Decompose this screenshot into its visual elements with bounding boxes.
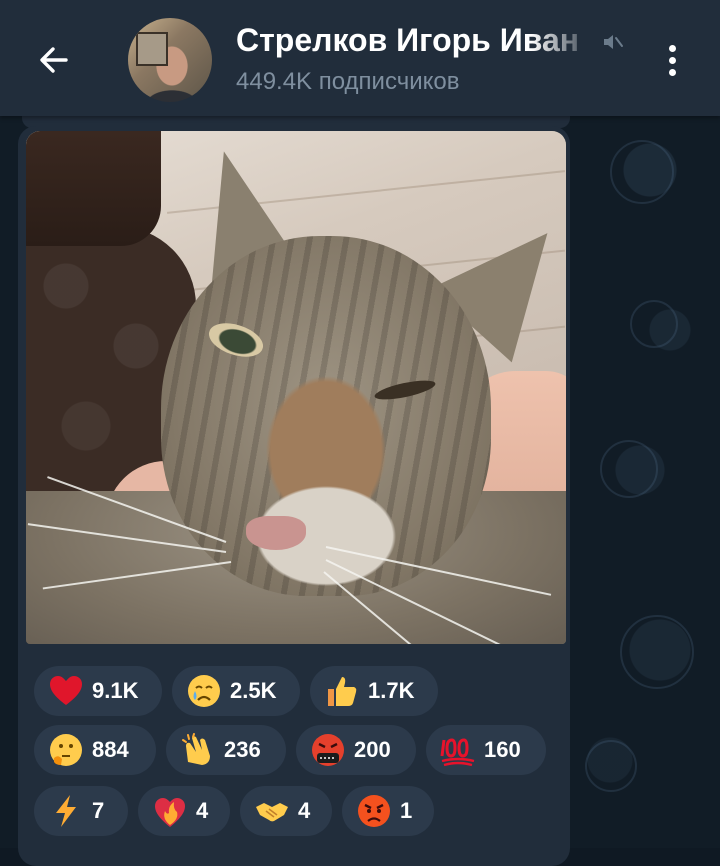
channel-avatar[interactable] bbox=[128, 18, 212, 102]
reaction-cursing[interactable]: 200 bbox=[296, 725, 416, 775]
subscriber-count: 449.4K подписчиков bbox=[236, 68, 460, 95]
menu-dot bbox=[668, 56, 676, 64]
reaction-count: 236 bbox=[224, 737, 261, 762]
channel-header: Стрелков Игорь Иван 449.4K подписчиков bbox=[0, 0, 720, 116]
reaction-thumbs-up[interactable]: 1.7K bbox=[310, 666, 438, 716]
post-photo[interactable] bbox=[26, 131, 566, 644]
crying-face-icon bbox=[188, 675, 220, 707]
photo-cat-nose bbox=[246, 516, 306, 550]
reaction-count: 7 bbox=[92, 798, 105, 823]
menu-dot bbox=[668, 68, 676, 76]
clapping-hands-icon bbox=[182, 733, 210, 765]
reaction-heart[interactable]: 9.1K bbox=[34, 666, 162, 716]
reaction-count: 4 bbox=[298, 798, 311, 823]
more-menu-button[interactable] bbox=[650, 36, 694, 84]
reaction-count: 160 bbox=[484, 737, 521, 762]
avatar-picture-frame bbox=[136, 32, 168, 66]
reaction-angry[interactable]: 1 bbox=[342, 786, 434, 836]
heart-icon bbox=[50, 676, 82, 705]
photo-cat-head bbox=[161, 236, 491, 596]
back-button[interactable] bbox=[28, 34, 80, 86]
reaction-count: 884 bbox=[92, 737, 129, 762]
reaction-handshake[interactable]: 4 bbox=[240, 786, 332, 836]
reaction-crying[interactable]: 2.5K bbox=[172, 666, 300, 716]
reaction-count: 1.7K bbox=[368, 678, 415, 703]
thinking-face-icon bbox=[50, 734, 82, 766]
handshake-icon bbox=[256, 803, 288, 822]
reaction-thinking[interactable]: 884 bbox=[34, 725, 156, 775]
reaction-clap[interactable]: 236 bbox=[166, 725, 286, 775]
reaction-count: 4 bbox=[196, 798, 209, 823]
reaction-count: 200 bbox=[354, 737, 391, 762]
photo-armrest bbox=[26, 131, 161, 246]
reaction-count: 2.5K bbox=[230, 678, 277, 703]
reaction-hundred[interactable]: 160 bbox=[426, 725, 546, 775]
background-doodle bbox=[585, 740, 637, 792]
channel-title[interactable]: Стрелков Игорь Иван bbox=[236, 22, 596, 62]
background-doodle bbox=[620, 615, 694, 689]
thumbs-up-icon bbox=[328, 677, 357, 706]
reaction-count: 1 bbox=[400, 798, 413, 823]
reaction-heart-fire[interactable]: 4 bbox=[138, 786, 230, 836]
background-doodle bbox=[600, 440, 658, 498]
heart-on-fire-icon bbox=[155, 798, 185, 827]
arrow-left-icon bbox=[40, 47, 68, 73]
angry-face-icon bbox=[358, 795, 390, 827]
reaction-lightning[interactable]: 7 bbox=[34, 786, 128, 836]
more-vertical-icon bbox=[668, 44, 676, 52]
reaction-count: 9.1K bbox=[92, 678, 139, 703]
hundred-points-icon bbox=[440, 738, 475, 767]
background-doodle bbox=[610, 140, 674, 204]
muted-speaker-icon bbox=[604, 35, 623, 49]
background-doodle bbox=[630, 300, 678, 348]
lightning-icon bbox=[56, 795, 76, 827]
cursing-face-icon bbox=[312, 734, 344, 766]
